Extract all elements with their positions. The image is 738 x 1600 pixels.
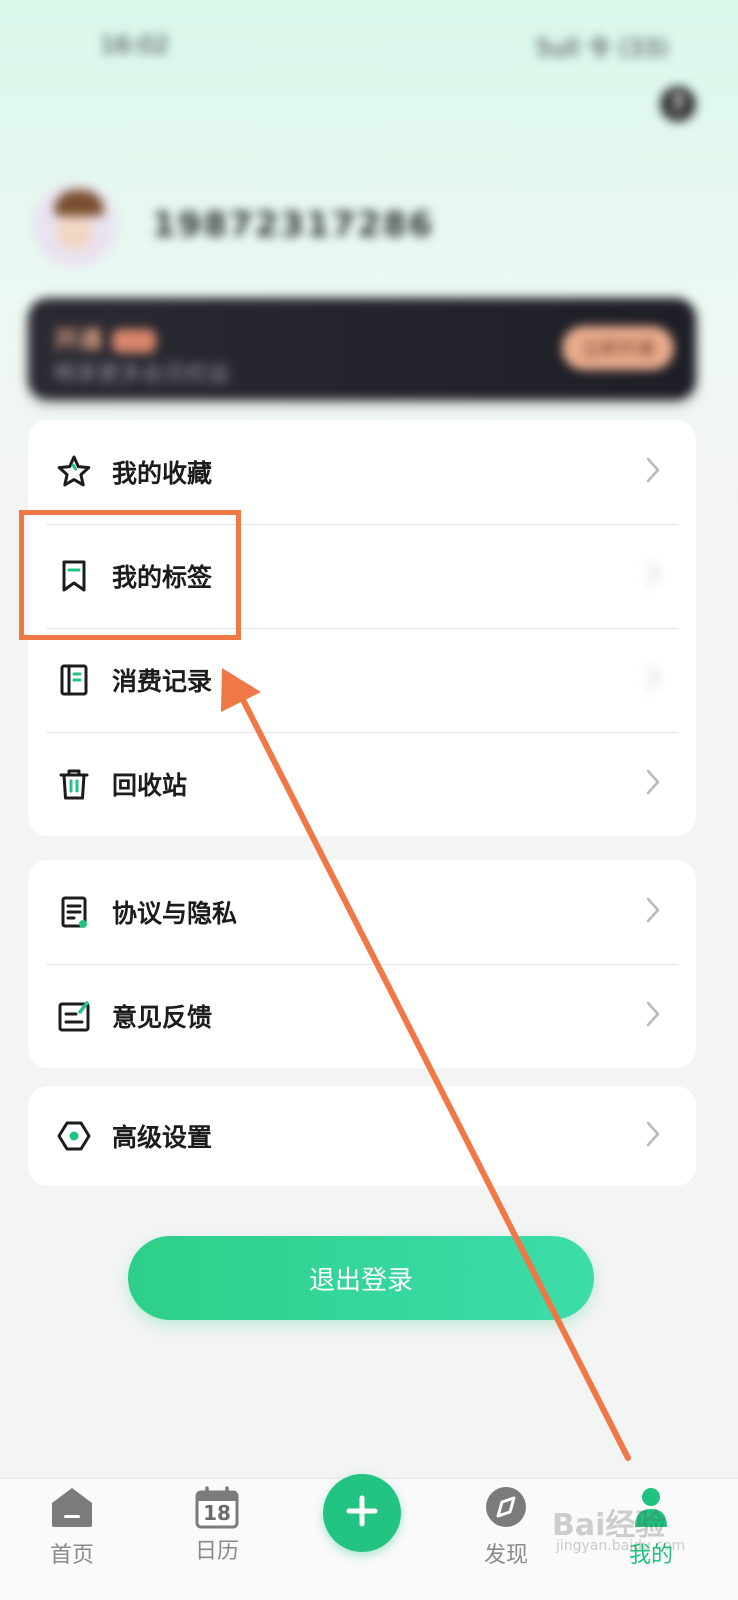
- avatar[interactable]: [32, 182, 118, 268]
- plus-icon: [344, 1493, 380, 1533]
- menu-group-info: 协议与隐私 意见反馈: [28, 860, 696, 1068]
- tab-label: 首页: [49, 1543, 94, 1568]
- vip-open-button[interactable]: 立即开通: [562, 326, 674, 370]
- tab-home[interactable]: 首页: [17, 1485, 127, 1569]
- menu-label: 意见反馈: [112, 1003, 213, 1032]
- menu-item-feedback[interactable]: 意见反馈: [28, 964, 696, 1068]
- annotation-highlight-box: [19, 510, 241, 640]
- hexagon-settings-icon: [56, 1118, 92, 1154]
- status-indicators: 5ull 令 (33): [535, 33, 668, 62]
- vip-card[interactable]: 开通 畅享更多会员权益 立即开通: [28, 298, 696, 400]
- star-icon: [56, 454, 92, 490]
- chevron-right-icon: [646, 665, 660, 695]
- menu-label: 我的收藏: [112, 459, 213, 488]
- profile-header[interactable]: 19872317286: [32, 180, 712, 270]
- status-bar: 16:02 5ull 令 (33): [0, 0, 738, 90]
- compass-icon: [483, 1485, 529, 1533]
- menu-label: 协议与隐私: [112, 899, 238, 928]
- trash-icon: [56, 766, 92, 802]
- menu-item-agreement-privacy[interactable]: 协议与隐私: [28, 860, 696, 964]
- menu-item-recycle-bin[interactable]: 回收站: [28, 732, 696, 836]
- help-icon[interactable]: ?: [660, 86, 696, 122]
- menu-item-favorites[interactable]: 我的收藏: [28, 420, 696, 524]
- watermark-url: jingyan.baidu.com: [556, 1538, 686, 1554]
- status-time: 16:02: [100, 31, 170, 59]
- chevron-right-icon: [646, 769, 660, 799]
- vip-title: 开通: [54, 320, 156, 355]
- tab-calendar[interactable]: 18 日历: [162, 1485, 272, 1565]
- calendar-day: 18: [203, 1501, 231, 1525]
- home-icon: [49, 1485, 95, 1533]
- menu-label: 消费记录: [112, 667, 213, 696]
- tab-discover[interactable]: 发现: [451, 1485, 561, 1569]
- document-icon: [56, 894, 92, 930]
- notebook-icon: [56, 662, 92, 698]
- chevron-right-icon: [646, 897, 660, 927]
- calendar-icon: 18: [194, 1485, 240, 1529]
- add-button[interactable]: [323, 1474, 401, 1552]
- feedback-icon: [56, 998, 92, 1034]
- menu-group-settings: 高级设置: [28, 1086, 696, 1186]
- tab-label: 发现: [483, 1543, 528, 1568]
- tab-label: 日历: [194, 1539, 239, 1564]
- chevron-right-icon: [646, 1121, 660, 1151]
- chevron-right-icon: [646, 561, 660, 591]
- menu-item-purchase-history[interactable]: 消费记录: [28, 628, 696, 732]
- menu-label: 高级设置: [112, 1123, 213, 1152]
- vip-subtitle: 畅享更多会员权益: [54, 362, 231, 387]
- menu-label: 回收站: [112, 771, 188, 800]
- chevron-right-icon: [646, 457, 660, 487]
- menu-item-advanced-settings[interactable]: 高级设置: [28, 1086, 696, 1186]
- vip-badge-icon: [112, 329, 156, 353]
- chevron-right-icon: [646, 1001, 660, 1031]
- user-phone: 19872317286: [152, 205, 435, 245]
- logout-button[interactable]: 退出登录: [128, 1236, 594, 1320]
